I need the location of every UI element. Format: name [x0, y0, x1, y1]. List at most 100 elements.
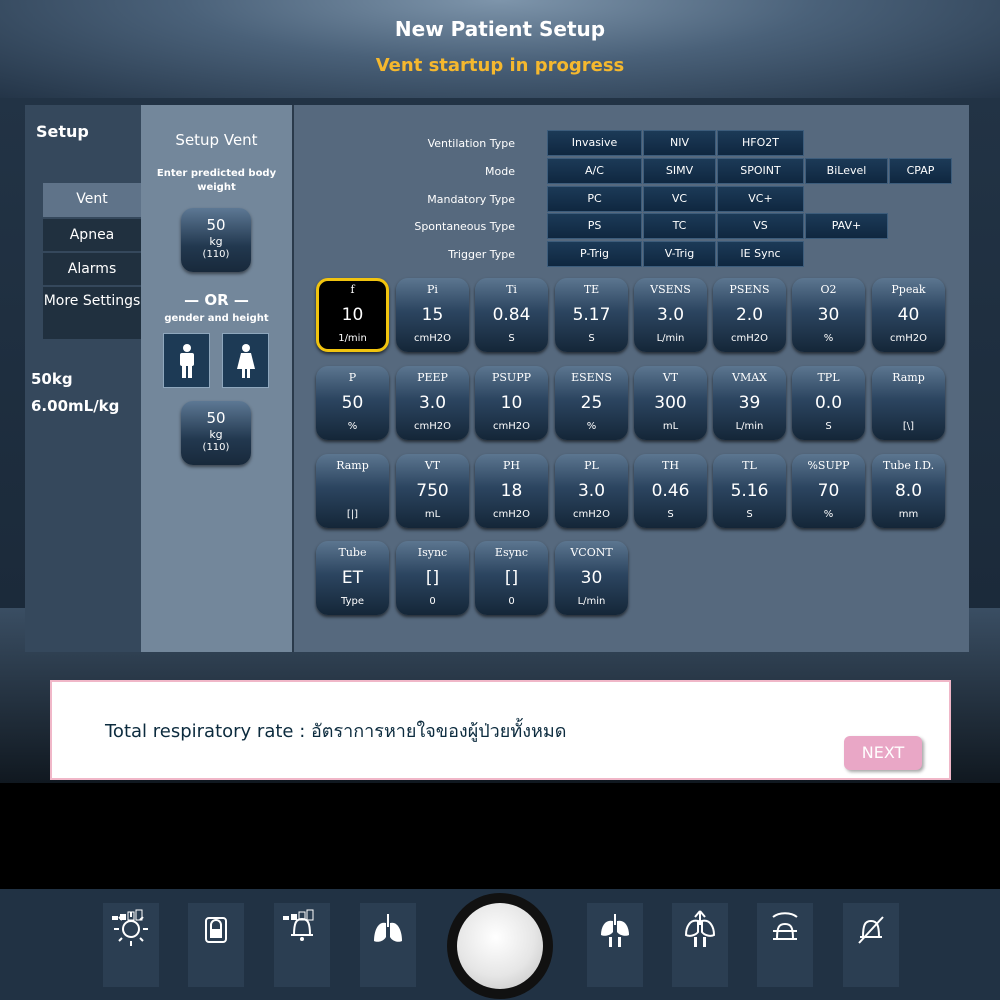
param-value: 25: [580, 393, 603, 413]
brightness-button[interactable]: [103, 903, 159, 987]
control-knob-face: [457, 903, 543, 989]
alarm-volume-button[interactable]: [274, 903, 330, 987]
param-name: Esync: [494, 546, 529, 559]
param-button-tpl[interactable]: TPL 0.0 S: [792, 366, 865, 440]
param-unit: L/min: [656, 333, 685, 344]
param-unit: 0: [508, 596, 515, 607]
option-invasive[interactable]: Invasive: [547, 130, 642, 156]
manual-inspiration-button[interactable]: [587, 903, 643, 987]
param-button-peep[interactable]: PEEP 3.0 cmH2O: [396, 366, 469, 440]
param-button-vt[interactable]: VT 750 mL: [396, 454, 469, 528]
option-p-trig[interactable]: P-Trig: [547, 241, 642, 267]
param-name: PSENS: [729, 283, 770, 296]
param-button-vt[interactable]: VT 300 mL: [634, 366, 707, 440]
param-name: f: [350, 283, 355, 296]
param-unit: [\]: [902, 421, 915, 432]
param-button-th[interactable]: TH 0.46 S: [634, 454, 707, 528]
param-button-ti[interactable]: Ti 0.84 S: [475, 278, 548, 352]
param-button-o2[interactable]: O2 30%: [792, 278, 865, 352]
param-button-esync[interactable]: Esync [] 0: [475, 541, 548, 615]
option-v-trig[interactable]: V-Trig: [643, 241, 716, 267]
param-name: O2: [820, 283, 837, 296]
param-unit: %: [823, 333, 834, 344]
param-unit: [|]: [346, 509, 359, 520]
param-value: 750: [416, 481, 449, 501]
control-knob[interactable]: [447, 893, 553, 999]
param-button-esens[interactable]: ESENS 25%: [555, 366, 628, 440]
param-button-supp[interactable]: %SUPP 70%: [792, 454, 865, 528]
param-name: PEEP: [417, 371, 448, 384]
option-pc[interactable]: PC: [547, 186, 642, 212]
female-button[interactable]: [222, 333, 269, 388]
param-name: TH: [662, 459, 679, 472]
param-button-vcont[interactable]: VCONT 30 L/min: [555, 541, 628, 615]
param-button-ramp[interactable]: Ramp [|]: [316, 454, 389, 528]
param-button-tube-i-d[interactable]: Tube I.D. 8.0 mm: [872, 454, 945, 528]
param-unit: L/min: [577, 596, 606, 607]
param-button-ppeak[interactable]: Ppeak 40 cmH2O: [872, 278, 945, 352]
male-icon: [179, 343, 194, 378]
param-value: 30: [580, 568, 603, 588]
param-button-tube[interactable]: Tube ET Type: [316, 541, 389, 615]
param-button-pi[interactable]: Pi 15 cmH2O: [396, 278, 469, 352]
param-value: 5.17: [572, 305, 611, 325]
alarm-reset-button[interactable]: [757, 903, 813, 987]
sidebar-item-more-settings[interactable]: More Settings: [43, 287, 141, 339]
alarm-silence-button[interactable]: [843, 903, 899, 987]
param-unit: %: [823, 509, 834, 520]
volume-level-icon: [283, 909, 314, 921]
param-button-isync[interactable]: Isync [] 0: [396, 541, 469, 615]
option-vs[interactable]: VS: [717, 213, 804, 239]
option-tc[interactable]: TC: [643, 213, 716, 239]
param-unit: cmH2O: [731, 333, 768, 344]
param-button-p[interactable]: P 50%: [316, 366, 389, 440]
weight-value: 50: [206, 216, 226, 234]
param-unit: cmH2O: [414, 333, 451, 344]
option-hfo2t[interactable]: HFO2T: [717, 130, 804, 156]
param-button-pl[interactable]: PL 3.0 cmH2O: [555, 454, 628, 528]
mandatory-type-label: Mandatory Type: [427, 193, 515, 206]
lungs-button[interactable]: [360, 903, 416, 987]
option-ac[interactable]: A/C: [547, 158, 642, 184]
param-unit: Type: [341, 596, 364, 607]
option-niv[interactable]: NIV: [643, 130, 716, 156]
option-ie-sync[interactable]: IE Sync: [717, 241, 804, 267]
option-bilevel[interactable]: BiLevel: [805, 158, 888, 184]
sidebar-item-apnea[interactable]: Apnea: [43, 219, 141, 251]
param-name: Ti: [506, 283, 517, 296]
param-unit: S: [588, 333, 595, 344]
param-button-f[interactable]: f 10 1/min: [316, 278, 389, 352]
param-button-ph[interactable]: PH 18 cmH2O: [475, 454, 548, 528]
sidebar-item-vent[interactable]: Vent: [43, 183, 141, 217]
trigger-type-label: Trigger Type: [448, 248, 515, 261]
option-ps[interactable]: PS: [547, 213, 642, 239]
param-button-te[interactable]: TE 5.17 S: [555, 278, 628, 352]
param-button-vmax[interactable]: VMAX 39 L/min: [713, 366, 786, 440]
option-simv[interactable]: SIMV: [643, 158, 716, 184]
next-button[interactable]: NEXT: [844, 736, 922, 770]
ventilation-type-label: Ventilation Type: [427, 137, 515, 150]
param-unit: cmH2O: [493, 509, 530, 520]
param-button-ramp[interactable]: Ramp [\]: [872, 366, 945, 440]
param-button-psens[interactable]: PSENS 2.0 cmH2O: [713, 278, 786, 352]
option-cpap[interactable]: CPAP: [889, 158, 952, 184]
option-pav-plus[interactable]: PAV+: [805, 213, 888, 239]
option-vc[interactable]: VC: [643, 186, 716, 212]
param-name: TPL: [817, 371, 840, 384]
param-unit: cmH2O: [573, 509, 610, 520]
param-button-vsens[interactable]: VSENS 3.0 L/min: [634, 278, 707, 352]
param-button-tl[interactable]: TL 5.16 S: [713, 454, 786, 528]
height-button[interactable]: 50 kg (110): [181, 401, 251, 465]
param-unit: S: [508, 333, 515, 344]
lock-button[interactable]: [188, 903, 244, 987]
male-button[interactable]: [163, 333, 210, 388]
sidebar-item-alarms[interactable]: Alarms: [43, 253, 141, 285]
option-vc-plus[interactable]: VC+: [717, 186, 804, 212]
param-unit: mm: [898, 509, 919, 520]
param-value: []: [504, 568, 519, 588]
option-spoint[interactable]: SPOINT: [717, 158, 804, 184]
weight-button[interactable]: 50 kg (110): [181, 208, 251, 272]
header: New Patient Setup Vent startup in progre…: [0, 0, 1000, 98]
expiratory-pause-button[interactable]: [672, 903, 728, 987]
param-button-psupp[interactable]: PSUPP 10 cmH2O: [475, 366, 548, 440]
